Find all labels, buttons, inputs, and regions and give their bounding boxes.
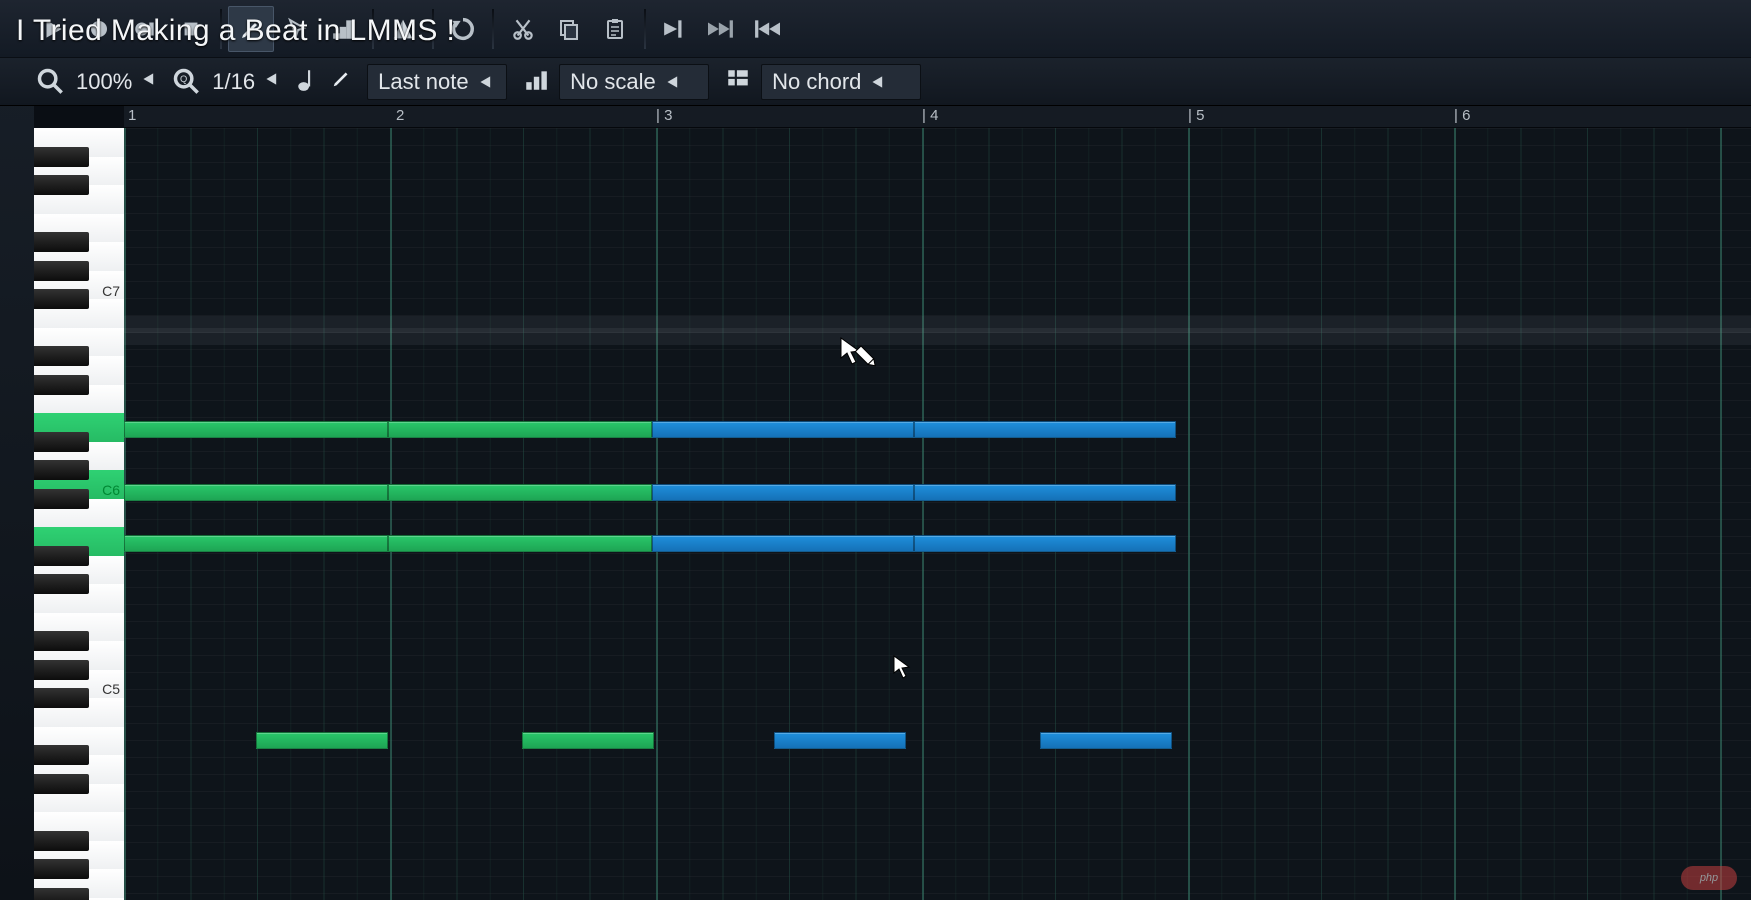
bar-label: 2 [396, 107, 404, 124]
separator [644, 9, 646, 49]
black-key[interactable] [34, 289, 89, 309]
loop-button[interactable] [440, 6, 486, 52]
quantize-value[interactable]: 1/16 [208, 69, 259, 95]
black-key[interactable] [34, 774, 89, 794]
scale-dropdown[interactable]: No scale [559, 64, 709, 100]
black-key[interactable] [34, 232, 89, 252]
cut-button[interactable] [500, 6, 546, 52]
black-key[interactable] [34, 859, 89, 879]
note-icon [295, 67, 325, 97]
skip-forward-button[interactable] [652, 6, 698, 52]
detuning-mode-button[interactable] [320, 6, 366, 52]
zoom-group: 100% [36, 67, 166, 97]
zoom-icon [36, 67, 66, 97]
midi-note[interactable] [914, 484, 1176, 501]
skip-end-button[interactable] [698, 6, 744, 52]
left-margin [0, 0, 34, 900]
note-length-dropdown[interactable]: Last note [367, 64, 507, 100]
midi-note[interactable] [652, 421, 914, 438]
record-step-button[interactable] [122, 6, 168, 52]
bar-label: | 3 [656, 107, 672, 124]
midi-note[interactable] [914, 535, 1176, 552]
black-key[interactable] [34, 261, 89, 281]
record-button[interactable] [76, 6, 122, 52]
black-key[interactable] [34, 831, 89, 851]
chord-icon [725, 67, 755, 97]
select-mode-button[interactable] [274, 6, 320, 52]
chord-label: No chord [772, 69, 861, 95]
midi-note[interactable] [124, 484, 388, 501]
quantize-group: Q 1/16 [172, 67, 289, 97]
midi-note[interactable] [388, 484, 652, 501]
midi-note[interactable] [388, 535, 652, 552]
dropdown-arrow-icon [871, 75, 885, 89]
pencil-icon [331, 67, 361, 97]
flip-button[interactable] [380, 6, 426, 52]
black-key[interactable] [34, 432, 89, 452]
black-key[interactable] [34, 346, 89, 366]
grid-background [124, 128, 1751, 900]
separator [372, 9, 374, 49]
bar-label: | 5 [1188, 107, 1204, 124]
midi-note[interactable] [652, 535, 914, 552]
black-key[interactable] [34, 745, 89, 765]
main-toolbar [0, 0, 1751, 58]
dropdown-arrow-icon[interactable] [142, 72, 156, 91]
black-key[interactable] [34, 375, 89, 395]
stop-button[interactable] [168, 6, 214, 52]
key-label: C5 [102, 681, 120, 697]
black-key[interactable] [34, 546, 89, 566]
midi-note[interactable] [124, 421, 388, 438]
note-length-group: Last note [295, 64, 517, 100]
scale-icon [523, 67, 553, 97]
midi-note[interactable] [522, 732, 654, 749]
scale-label: No scale [570, 69, 656, 95]
paste-button[interactable] [592, 6, 638, 52]
scale-group: No scale [523, 64, 719, 100]
zoom-value[interactable]: 100% [72, 69, 136, 95]
draw-mode-button[interactable] [228, 6, 274, 52]
bar-label: | 6 [1454, 107, 1470, 124]
piano-keyboard[interactable]: C7 C6 C5 [34, 128, 124, 900]
timeline-ruler[interactable]: 1 2 | 3 | 4 | 5 | 6 [124, 106, 1751, 128]
options-toolbar: 100% Q 1/16 Last note No scale [0, 58, 1751, 106]
separator [220, 9, 222, 49]
bar-label: | 4 [922, 107, 938, 124]
skip-start-button[interactable] [744, 6, 790, 52]
midi-note[interactable] [256, 732, 388, 749]
black-key[interactable] [34, 660, 89, 680]
play-button[interactable] [30, 6, 76, 52]
midi-note[interactable] [774, 732, 906, 749]
midi-note[interactable] [652, 484, 914, 501]
copy-button[interactable] [546, 6, 592, 52]
black-key[interactable] [34, 460, 89, 480]
separator [432, 9, 434, 49]
chord-group: No chord [725, 64, 931, 100]
midi-note[interactable] [914, 421, 1176, 438]
dropdown-arrow-icon [479, 75, 493, 89]
note-length-label: Last note [378, 69, 469, 95]
svg-text:Q: Q [180, 74, 187, 84]
quantize-icon: Q [172, 67, 202, 97]
black-key[interactable] [34, 489, 89, 509]
midi-note[interactable] [388, 421, 652, 438]
key-label: C7 [102, 283, 120, 299]
chord-dropdown[interactable]: No chord [761, 64, 921, 100]
key-label: C6 [102, 482, 120, 498]
black-key[interactable] [34, 574, 89, 594]
midi-note[interactable] [1040, 732, 1172, 749]
watermark: php [1681, 866, 1737, 890]
dropdown-arrow-icon[interactable] [265, 72, 279, 91]
black-key[interactable] [34, 888, 89, 900]
separator [492, 9, 494, 49]
black-key[interactable] [34, 688, 89, 708]
note-grid[interactable] [124, 128, 1751, 900]
dropdown-arrow-icon [666, 75, 680, 89]
bar-label: 1 [128, 107, 136, 124]
black-key[interactable] [34, 175, 89, 195]
midi-note[interactable] [124, 535, 388, 552]
black-key[interactable] [34, 631, 89, 651]
black-key[interactable] [34, 147, 89, 167]
